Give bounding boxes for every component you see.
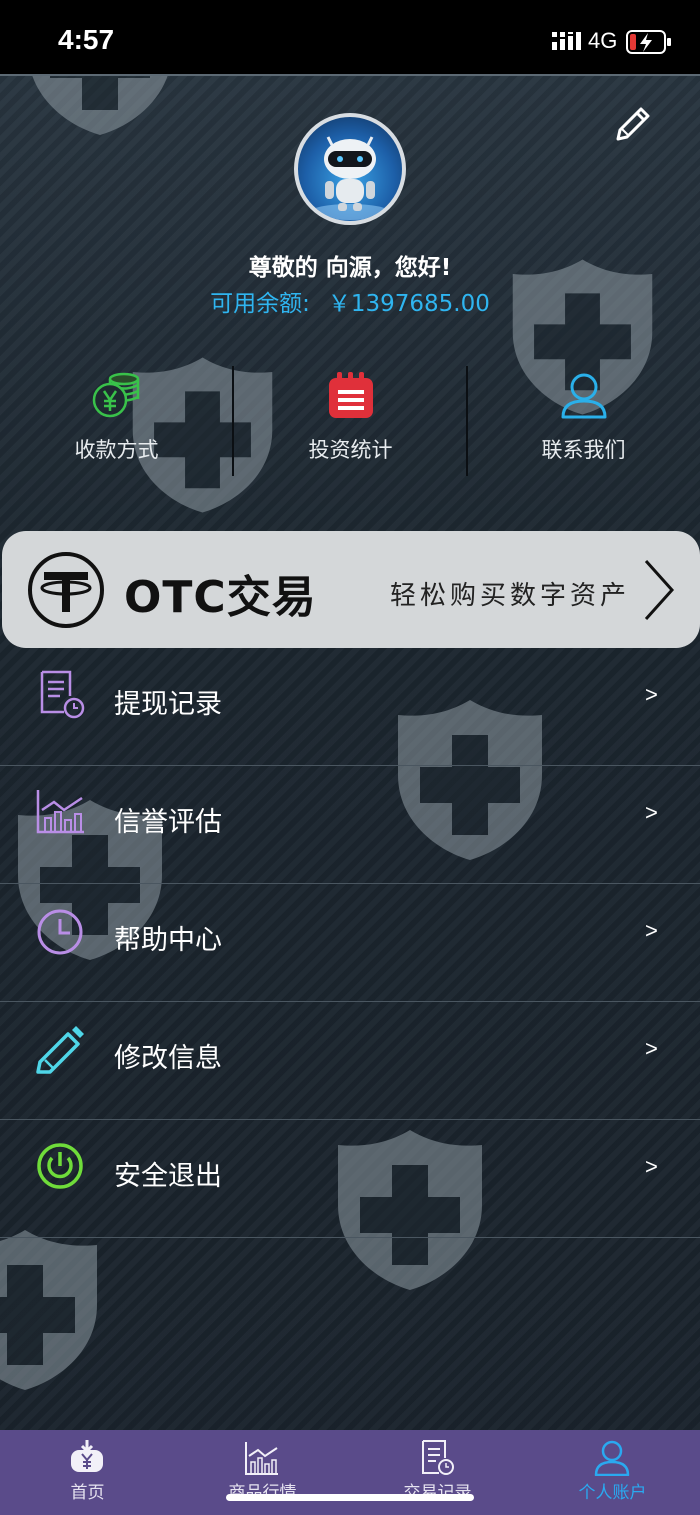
robot-avatar-icon (310, 136, 390, 220)
battery-charging-icon (626, 30, 671, 54)
document-clock-icon (40, 670, 85, 719)
greeting-text: 尊敬的 向源，您好! (248, 255, 452, 281)
otc-title: OTC交易 (124, 572, 317, 623)
tab-label: 首页 (70, 1483, 105, 1503)
menu-item-label: 提现记录 (114, 689, 222, 720)
menu-item-withdrawal-records[interactable]: 提现记录 > (0, 648, 700, 766)
user-contact-icon (561, 373, 607, 419)
home-yen-icon (71, 1440, 103, 1472)
menu-item-logout[interactable]: 安全退出 > (0, 1120, 700, 1238)
profile-screen: 4:57 4G 尊敬的 向源，您好! 可用余额: ￥1397685.00 收款方… (0, 0, 700, 1515)
menu-item-help-center[interactable]: 帮助中心 > (0, 884, 700, 1002)
pencil-icon (36, 1026, 84, 1074)
quick-action-label: 联系我们 (541, 438, 626, 462)
menu-item-label: 帮助中心 (114, 925, 222, 956)
otc-subtitle: 轻松购买数字资产 (390, 581, 631, 611)
arrow-right-icon: > (645, 1036, 658, 1061)
bottom-tab-bar: 首页 商品行情 交易记录 个人账户 (0, 1430, 700, 1515)
quick-action-contact-us[interactable]: 联系我们 (467, 360, 700, 480)
menu-item-label: 安全退出 (114, 1161, 222, 1192)
arrow-right-icon: > (645, 682, 658, 707)
settings-menu: 提现记录 > 信誉评估 > 帮助中心 > 修改信息 > 安全退出 > (0, 648, 700, 1238)
balance-line: 可用余额: ￥1397685.00 (0, 284, 700, 318)
coins-yen-icon (92, 372, 140, 418)
calendar-notes-icon (329, 372, 373, 418)
tether-logo (28, 552, 104, 628)
home-indicator (226, 1494, 474, 1501)
record-icon (422, 1440, 454, 1475)
arrow-right-icon: > (645, 800, 658, 825)
status-bar: 4:57 4G (0, 0, 700, 76)
shield-watermark-icon (0, 1230, 97, 1390)
quick-action-investment-stats[interactable]: 投资统计 (234, 360, 467, 480)
tab-account[interactable]: 个人账户 (525, 1430, 700, 1515)
quick-actions: 收款方式 投资统计 联系我们 (0, 360, 700, 480)
menu-item-label: 修改信息 (114, 1043, 222, 1074)
avatar[interactable] (294, 113, 406, 225)
network-type: 4G (588, 28, 618, 53)
chevron-right-icon (644, 559, 675, 621)
otc-trade-banner[interactable]: OTC交易 轻松购买数字资产 (2, 531, 700, 648)
power-icon (37, 1143, 83, 1189)
status-time: 4:57 (58, 24, 115, 55)
menu-item-credit-assessment[interactable]: 信誉评估 > (0, 766, 700, 884)
balance-label: 可用余额: (210, 291, 310, 317)
quick-action-payment-method[interactable]: 收款方式 (0, 360, 233, 480)
quick-action-label: 投资统计 (308, 438, 393, 462)
edit-pencil-icon[interactable] (612, 100, 656, 144)
arrow-right-icon: > (645, 1154, 658, 1179)
tab-trade-records[interactable]: 交易记录 (350, 1430, 525, 1515)
clock-icon (37, 909, 83, 955)
arrow-right-icon: > (645, 918, 658, 943)
signal-icon (552, 32, 581, 50)
market-chart-icon (245, 1442, 278, 1475)
menu-item-label: 信誉评估 (114, 807, 222, 838)
balance-value: ￥1397685.00 (327, 291, 490, 317)
account-icon (594, 1440, 630, 1476)
quick-action-label: 收款方式 (74, 438, 159, 462)
menu-item-edit-info[interactable]: 修改信息 > (0, 1002, 700, 1120)
tab-home[interactable]: 首页 (0, 1430, 175, 1515)
tab-label: 个人账户 (578, 1483, 647, 1503)
tab-market[interactable]: 商品行情 (175, 1430, 350, 1515)
chart-icon (36, 790, 84, 834)
